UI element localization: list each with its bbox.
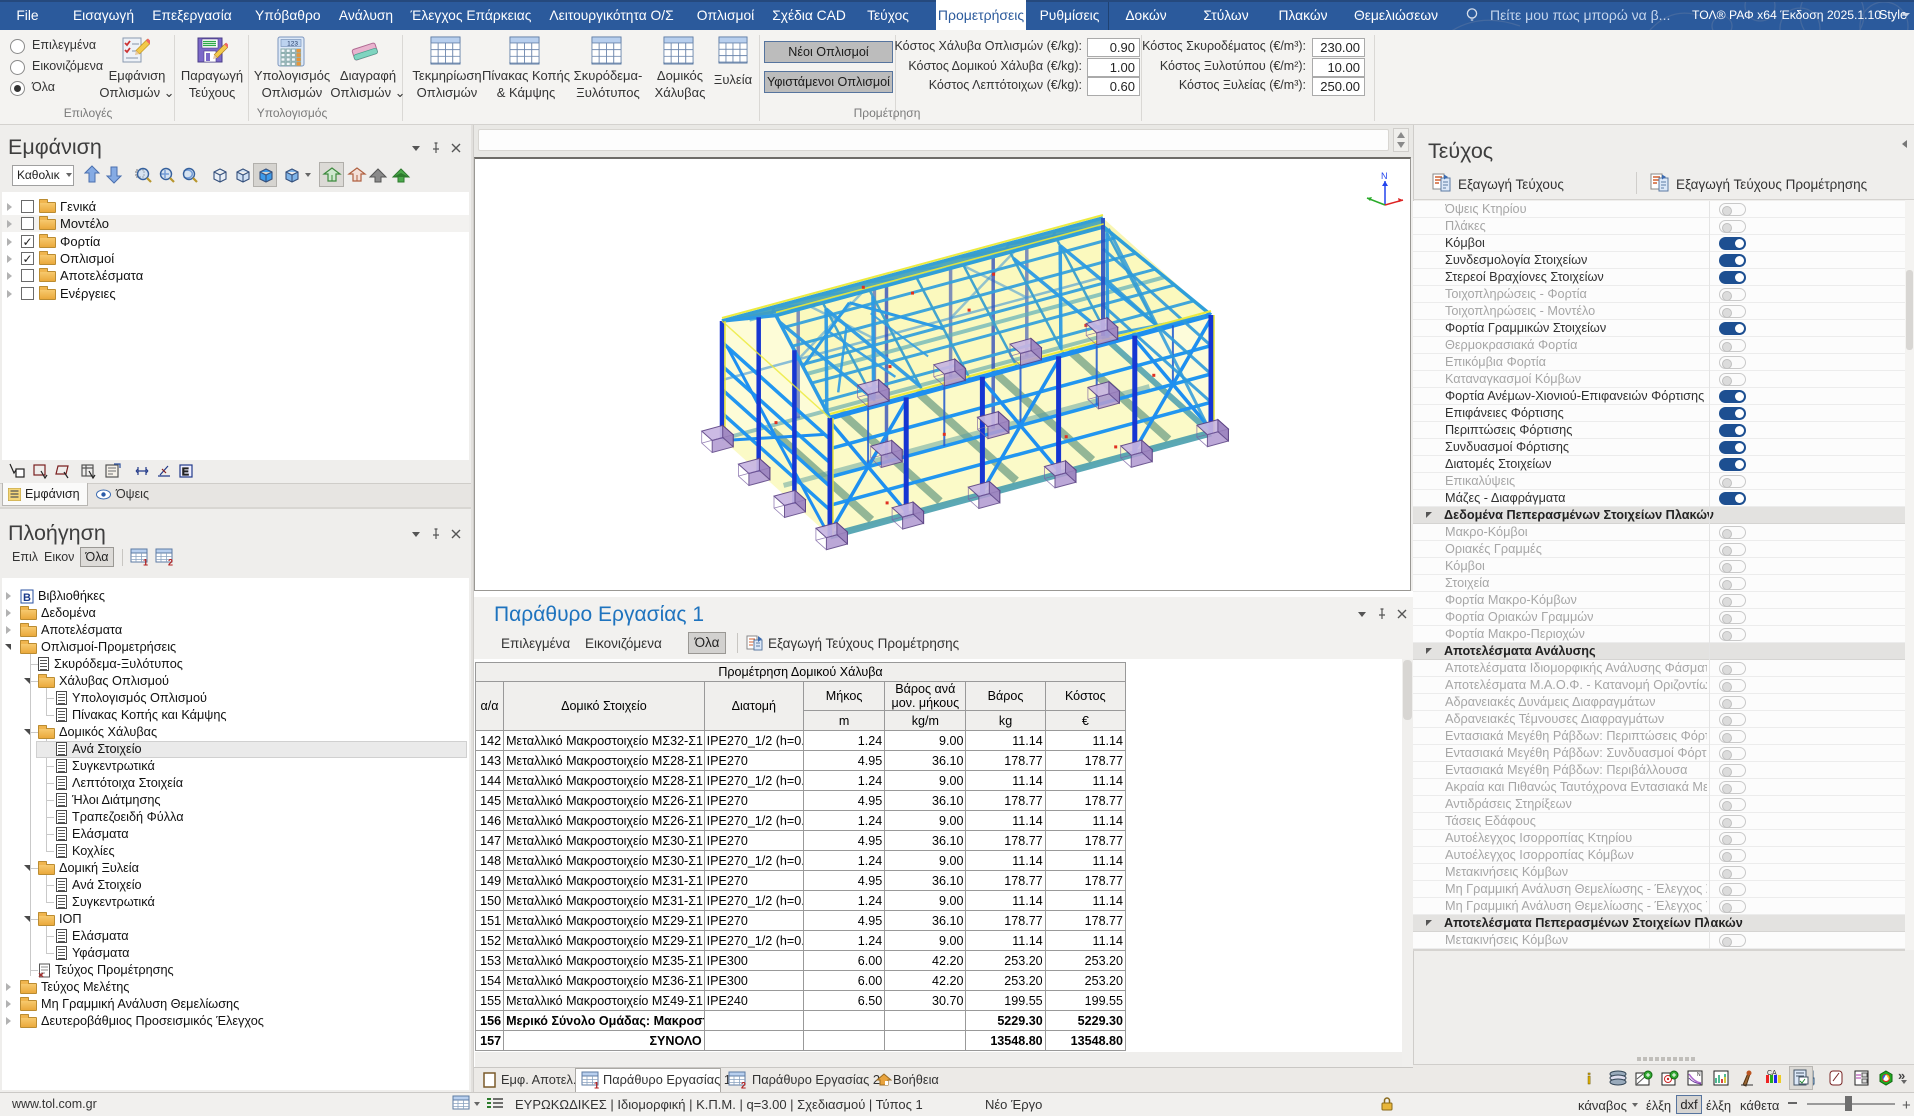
svg-text:1: 1 — [594, 1081, 599, 1090]
svg-text:B: B — [23, 592, 31, 604]
svg-text:2: 2 — [168, 558, 173, 567]
svg-text:E: E — [182, 467, 189, 478]
svg-text:2: 2 — [741, 1081, 746, 1090]
svg-text:N: N — [1381, 171, 1388, 181]
svg-text:N: N — [1697, 1072, 1701, 1078]
svg-text:i: i — [1587, 1071, 1591, 1088]
svg-text:123: 123 — [287, 41, 298, 48]
svg-text:CA: CA — [1767, 1070, 1777, 1077]
svg-text:1: 1 — [143, 558, 148, 567]
